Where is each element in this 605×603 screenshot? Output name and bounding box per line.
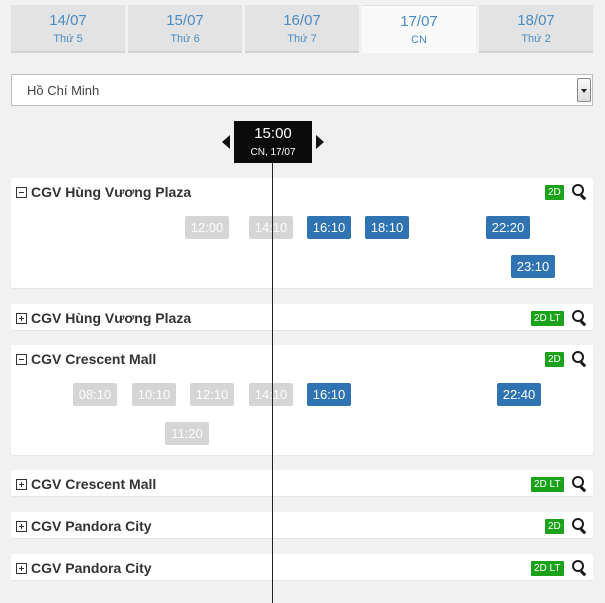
cinema-header[interactable]: CGV Pandora City: [16, 517, 152, 535]
showtime-button[interactable]: 16:10: [307, 383, 351, 406]
format-badge[interactable]: 2D LT: [531, 477, 564, 492]
cinema-name: CGV Hùng Vương Plaza: [31, 310, 192, 326]
cinema-block: CGV Pandora City 2D LT: [11, 554, 593, 580]
time-marker-time: 15:00: [254, 125, 292, 142]
collapse-icon: [16, 353, 27, 365]
city-select[interactable]: Hồ Chí Minh: [11, 74, 593, 106]
cinema-block: CGV Pandora City 2D: [11, 512, 593, 538]
tab-date: 17/07: [400, 13, 438, 30]
chevron-down-icon: [581, 89, 587, 93]
tab-weekday: Thứ 2: [521, 33, 551, 45]
cinema-block: CGV Crescent Mall 2D 08:10 10:10 12:10 1…: [11, 345, 593, 455]
tab-date: 16/07: [283, 12, 321, 29]
tab-date: 15/07: [166, 12, 204, 29]
expand-icon: [16, 562, 27, 574]
tab-date-15-07[interactable]: 15/07 Thứ 6: [128, 5, 242, 53]
collapse-icon: [16, 186, 27, 198]
tab-weekday: CN: [411, 34, 427, 46]
showtime-button[interactable]: 23:10: [511, 255, 555, 278]
search-icon[interactable]: [571, 475, 588, 493]
cinema-name: CGV Pandora City: [31, 518, 152, 534]
format-badge[interactable]: 2D: [545, 352, 564, 367]
cinema-name: CGV Pandora City: [31, 560, 152, 576]
showtime-button: 14:10: [249, 216, 293, 239]
cinema-header[interactable]: CGV Hùng Vương Plaza: [16, 183, 191, 201]
cinema-block: CGV Crescent Mall 2D LT: [11, 470, 593, 496]
previous-time-arrow-icon[interactable]: [222, 135, 230, 149]
cinema-header[interactable]: CGV Crescent Mall: [16, 475, 156, 493]
cinema-block: CGV Hùng Vương Plaza 2D 12:00 14:10 16:1…: [11, 178, 593, 288]
expand-icon: [16, 312, 27, 324]
cinema-header[interactable]: CGV Pandora City: [16, 559, 152, 577]
search-icon[interactable]: [571, 517, 588, 535]
format-badge[interactable]: 2D LT: [531, 311, 564, 326]
showtime-button[interactable]: 22:20: [486, 216, 530, 239]
expand-icon: [16, 520, 27, 532]
next-time-arrow-icon[interactable]: [316, 135, 324, 149]
date-tabs: 14/07 Thứ 5 15/07 Thứ 6 16/07 Thứ 7 17/0…: [11, 5, 593, 53]
city-select-dropdown-button[interactable]: [577, 78, 591, 102]
tab-weekday: Thứ 5: [53, 33, 83, 45]
tab-date-16-07[interactable]: 16/07 Thứ 7: [245, 5, 359, 53]
tab-date-17-07[interactable]: 17/07 CN: [362, 5, 476, 53]
cinema-header[interactable]: CGV Hùng Vương Plaza: [16, 309, 191, 327]
tab-date: 14/07: [49, 12, 87, 29]
showtime-button: 12:00: [185, 216, 229, 239]
time-marker-date: CN, 17/07: [250, 147, 296, 158]
showtime-button[interactable]: 22:40: [497, 383, 541, 406]
showtime-button: 11:20: [165, 422, 209, 445]
showtime-button: 12:10: [190, 383, 234, 406]
cinema-name: CGV Hùng Vương Plaza: [31, 184, 192, 200]
search-icon[interactable]: [571, 183, 588, 201]
time-marker[interactable]: 15:00 CN, 17/07: [234, 121, 312, 163]
cinema-name: CGV Crescent Mall: [31, 476, 157, 492]
tab-weekday: Thứ 7: [287, 33, 317, 45]
search-icon[interactable]: [571, 309, 588, 327]
tab-weekday: Thứ 6: [170, 33, 200, 45]
format-badge[interactable]: 2D LT: [531, 561, 564, 576]
city-select-value: Hồ Chí Minh: [27, 83, 100, 98]
tab-date-14-07[interactable]: 14/07 Thứ 5: [11, 5, 125, 53]
expand-icon: [16, 478, 27, 490]
time-marker-line: [272, 163, 273, 603]
showtime-button[interactable]: 18:10: [365, 216, 409, 239]
showtime-button: 14:10: [249, 383, 293, 406]
showtime-button[interactable]: 16:10: [307, 216, 351, 239]
cinema-name: CGV Crescent Mall: [31, 351, 157, 367]
format-badge[interactable]: 2D: [545, 519, 564, 534]
showtime-button: 08:10: [73, 383, 117, 406]
cinema-block: CGV Hùng Vương Plaza 2D LT: [11, 304, 593, 330]
cinema-header[interactable]: CGV Crescent Mall: [16, 350, 156, 368]
search-icon[interactable]: [571, 559, 588, 577]
tab-date: 18/07: [517, 12, 555, 29]
tab-date-18-07[interactable]: 18/07 Thứ 2: [479, 5, 593, 53]
format-badge[interactable]: 2D: [545, 185, 564, 200]
showtime-button: 10:10: [132, 383, 176, 406]
search-icon[interactable]: [571, 350, 588, 368]
